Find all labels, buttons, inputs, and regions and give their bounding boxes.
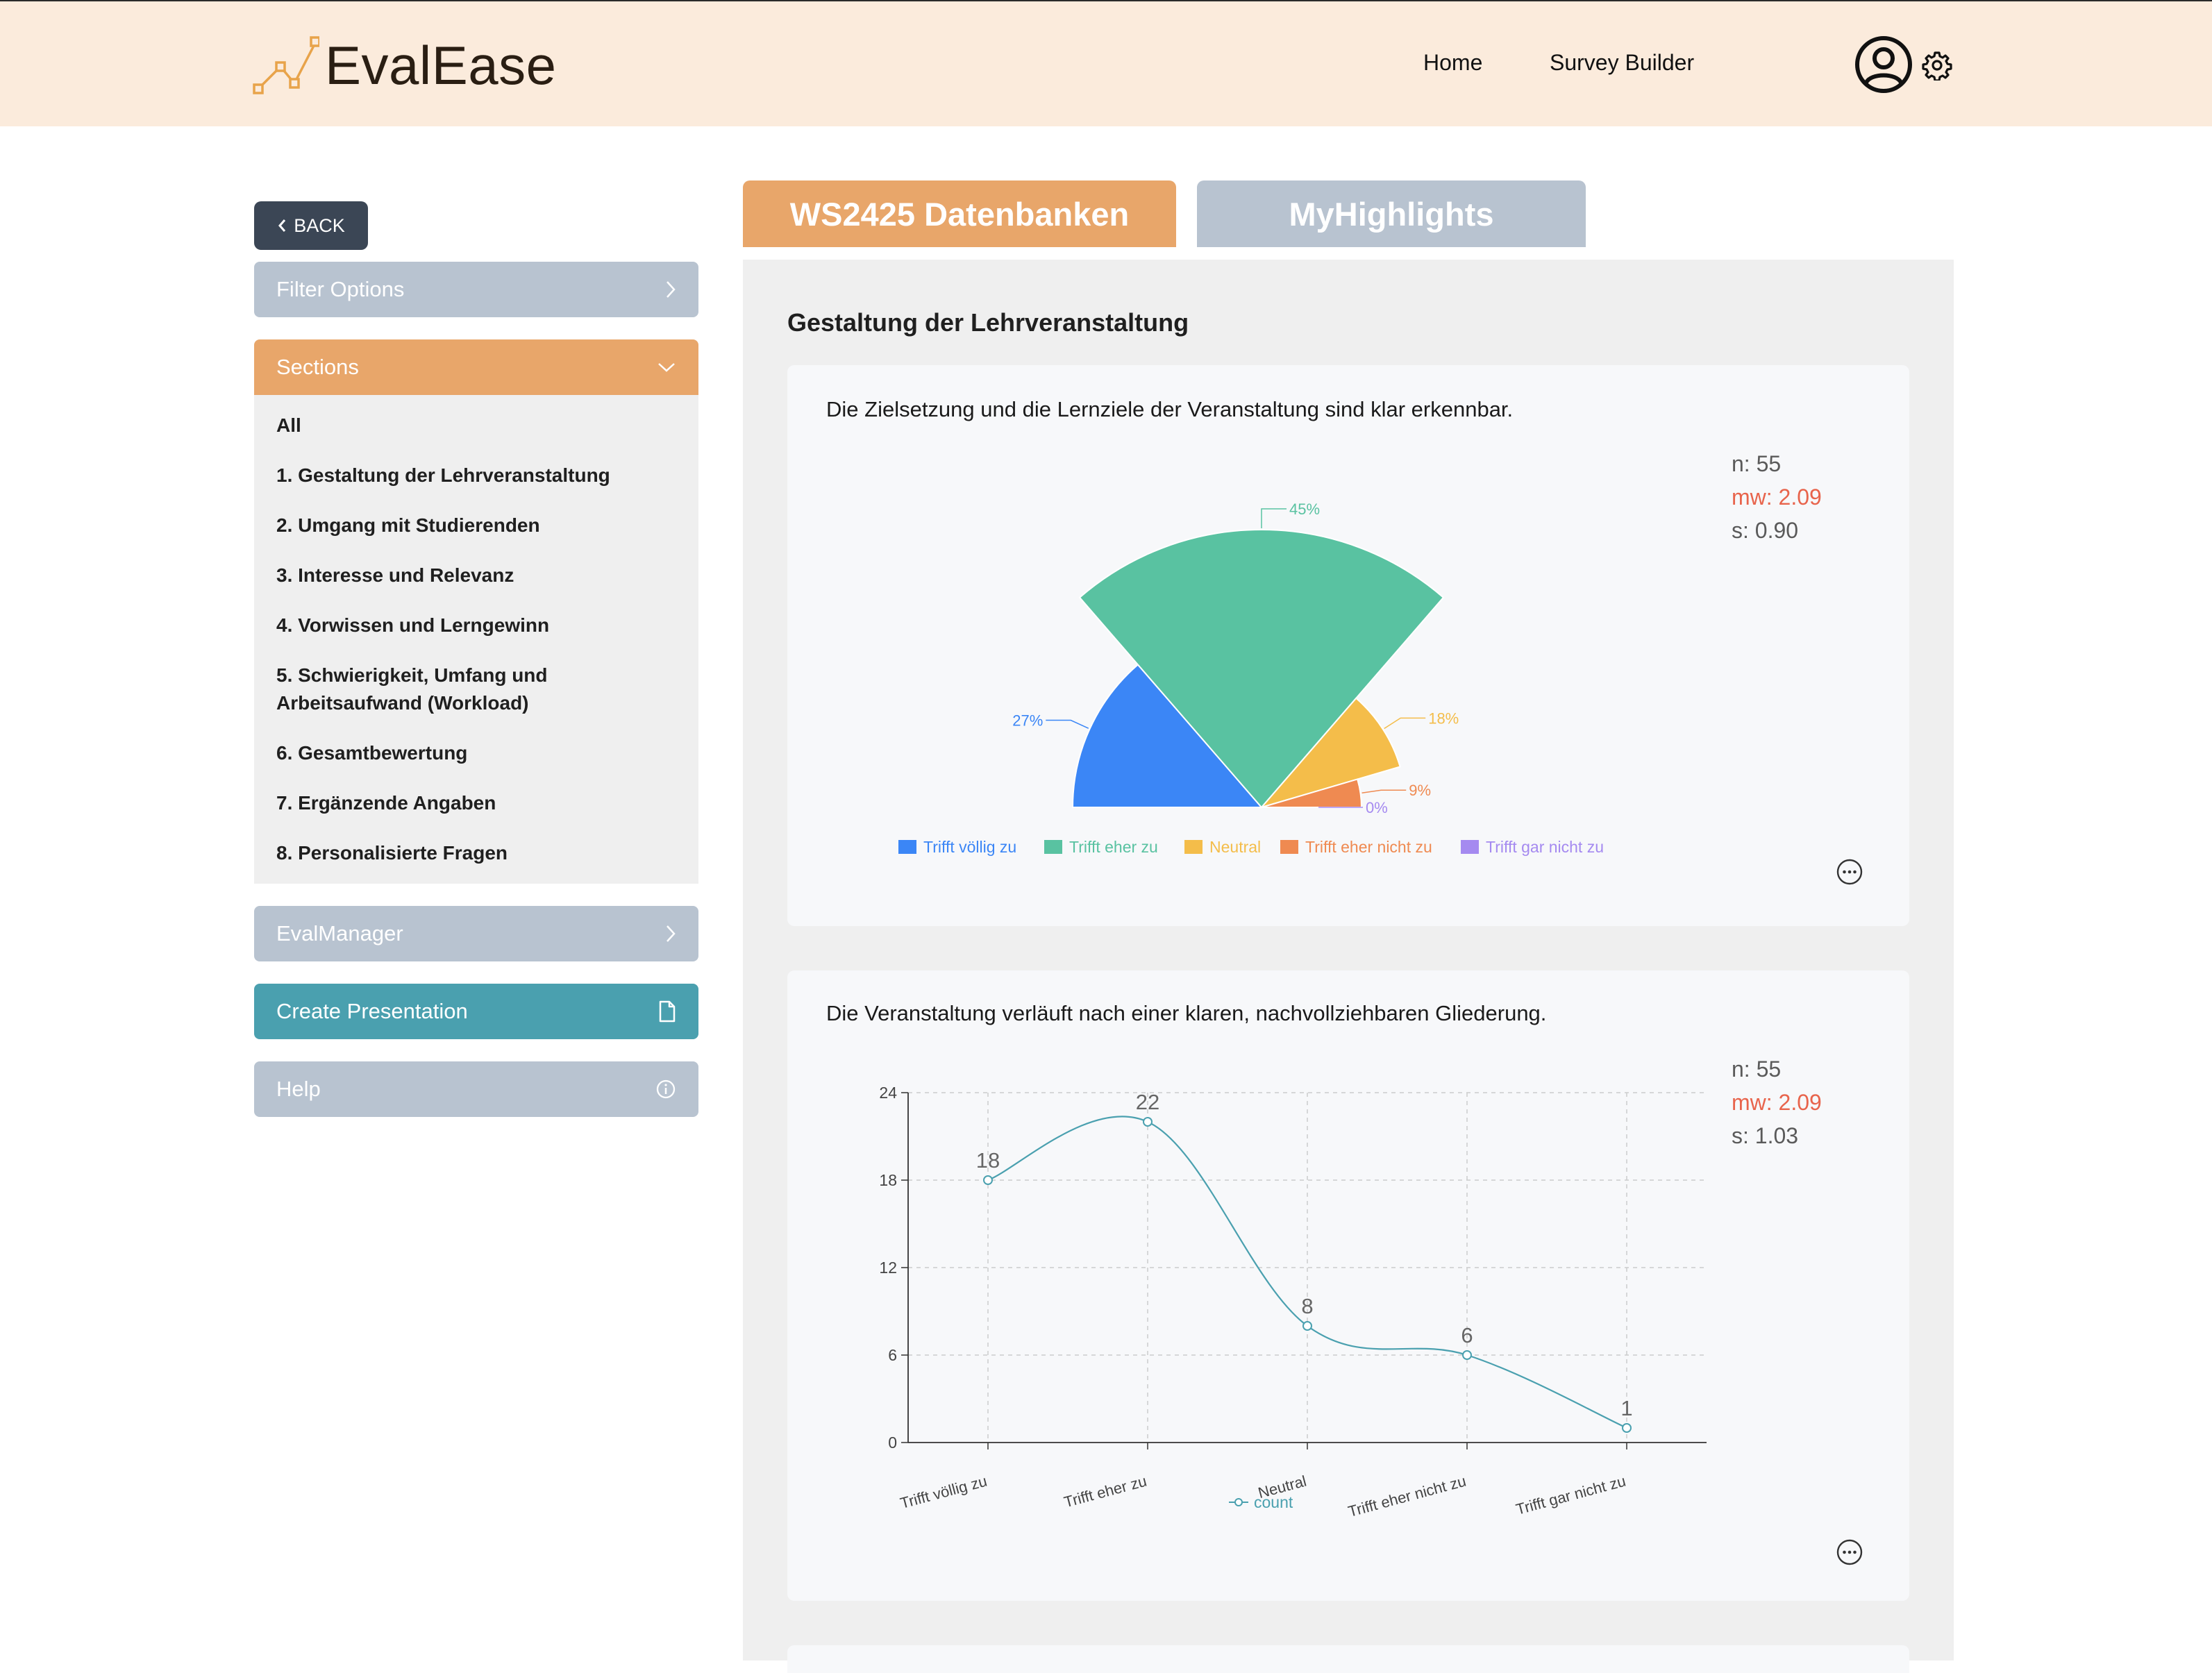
pie-percent-label: 27% (1012, 712, 1043, 730)
section-item-4[interactable]: 4. Vorwissen und Lerngewinn (276, 612, 549, 639)
data-label: 6 (1461, 1323, 1473, 1347)
create-presentation-label: Create Presentation (276, 999, 468, 1023)
legend-swatch (1184, 840, 1203, 854)
x-tick-label: Trifft eher zu (1062, 1472, 1149, 1511)
logo[interactable]: EvalEase (253, 32, 557, 99)
more-icon[interactable] (1836, 1538, 1863, 1566)
section-item-6[interactable]: 6. Gesamtbewertung (276, 739, 467, 767)
sections-toggle[interactable]: Sections (254, 339, 698, 395)
help-button[interactable]: Help (254, 1061, 698, 1117)
pie-percent-label: 9% (1409, 782, 1431, 799)
section-item-7[interactable]: 7. Ergänzende Angaben (276, 789, 496, 817)
pie-label-line (1046, 719, 1089, 729)
tab-ws2425-datenbanken[interactable]: WS2425 Datenbanken (743, 180, 1176, 247)
more-icon[interactable] (1836, 858, 1863, 886)
section-item-5-line2: Arbeitsaufwand (Workload) (276, 692, 529, 714)
data-label: 1 (1620, 1396, 1632, 1420)
pie-percent-label: 0% (1366, 799, 1388, 816)
legend-label: Neutral (1209, 838, 1261, 856)
pie-percent-label: 45% (1289, 501, 1320, 518)
logo-icon (253, 36, 319, 94)
question-card-2: Die Veranstaltung verläuft nach einer kl… (787, 970, 1909, 1601)
pie-label-line (1361, 789, 1407, 793)
data-label: 22 (1136, 1090, 1159, 1114)
legend-swatch (1044, 840, 1062, 854)
legend-label: Trifft eher zu (1069, 838, 1158, 856)
legend-marker (1234, 1498, 1243, 1506)
data-point (1302, 1321, 1312, 1331)
line-chart: 06121824Trifft völlig zu Trifft eher zu Ne… (879, 1084, 1707, 1520)
section-item-all[interactable]: All (276, 412, 301, 439)
y-tick-label: 18 (879, 1171, 897, 1189)
y-tick-label: 24 (879, 1084, 897, 1102)
pie-label-line (1261, 508, 1287, 528)
section-item-5[interactable]: 5. Schwierigkeit, Umfang und Arbeitsaufw… (276, 662, 548, 717)
legend-swatch (1461, 840, 1479, 854)
data-point (1143, 1117, 1153, 1127)
section-item-1[interactable]: 1. Gestaltung der Lehrveranstaltung (276, 462, 610, 489)
help-label: Help (276, 1077, 321, 1101)
sections-list: All 1. Gestaltung der Lehrveranstaltung … (254, 395, 698, 884)
chevron-right-icon (665, 280, 676, 299)
legend-label: count (1254, 1493, 1293, 1511)
section-item-5-line1: 5. Schwierigkeit, Umfang und (276, 664, 548, 686)
data-label: 18 (976, 1148, 1000, 1172)
y-tick-label: 12 (879, 1259, 897, 1277)
section-item-3[interactable]: 3. Interesse und Relevanz (276, 562, 514, 589)
legend-swatch (898, 840, 916, 854)
legend-label: Trifft gar nicht zu (1486, 838, 1604, 856)
legend-label: Trifft eher nicht zu (1305, 838, 1432, 856)
back-button[interactable]: BACK (254, 201, 368, 250)
tab-myhighlights[interactable]: MyHighlights (1197, 180, 1586, 247)
question-card-3-partial (787, 1645, 1909, 1673)
chevron-left-icon (278, 219, 286, 232)
evalmanager-button[interactable]: EvalManager (254, 906, 698, 961)
question-card-1: Die Zielsetzung und die Lernziele der Ve… (787, 365, 1909, 926)
app-root: EvalEase Home Survey Builder BACK Filter… (0, 0, 2212, 1673)
section-item-2[interactable]: 2. Umgang mit Studierenden (276, 512, 540, 539)
top-navbar: EvalEase Home Survey Builder (0, 0, 2212, 126)
chevron-down-icon (657, 362, 676, 373)
pie-percent-label: 18% (1428, 709, 1459, 727)
nav-survey-builder-link[interactable]: Survey Builder (1550, 50, 1694, 76)
section-item-8[interactable]: 8. Personalisierte Fragen (276, 839, 508, 867)
document-icon (658, 1000, 676, 1023)
legend-swatch (1280, 840, 1298, 854)
gear-icon[interactable] (1922, 50, 1952, 81)
data-label: 8 (1301, 1294, 1313, 1318)
main-content: Gestaltung der Lehrveranstaltung Die Zie… (743, 260, 1954, 1673)
x-tick-label: Trifft eher nicht zu (1346, 1472, 1468, 1520)
y-tick-label: 0 (888, 1434, 897, 1452)
data-point (1622, 1423, 1632, 1433)
legend-label: Trifft völlig zu (923, 838, 1016, 856)
evalmanager-label: EvalManager (276, 921, 403, 945)
section-title: Gestaltung der Lehrveranstaltung (787, 308, 1189, 337)
info-icon (655, 1079, 676, 1100)
avatar-icon[interactable] (1854, 35, 1913, 94)
x-tick-label: Trifft gar nicht zu (1514, 1472, 1628, 1518)
filter-options-label: Filter Options (276, 277, 405, 301)
pie-chart: 27% 45% 18% 9% 0% Trifft völlig zu Trifft eher… (898, 501, 1604, 856)
logo-text: EvalEase (325, 34, 557, 96)
y-tick-label: 6 (888, 1346, 897, 1364)
sections-label: Sections (276, 355, 359, 379)
data-point (983, 1175, 993, 1185)
create-presentation-button[interactable]: Create Presentation (254, 984, 698, 1039)
chevron-right-icon (665, 924, 676, 943)
filter-options-button[interactable]: Filter Options (254, 262, 698, 317)
data-point (1462, 1350, 1472, 1360)
pie-label-line (1384, 717, 1426, 730)
nav-home-link[interactable]: Home (1423, 50, 1482, 76)
back-button-label: BACK (294, 215, 345, 236)
x-tick-label: Trifft völlig zu (898, 1472, 989, 1512)
